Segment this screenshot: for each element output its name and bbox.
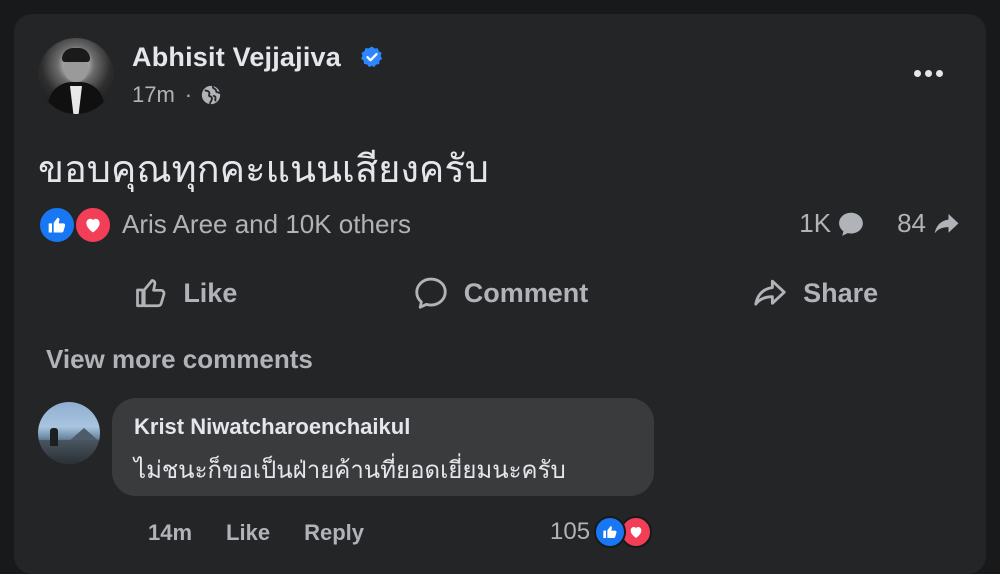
share-arrow-icon bbox=[934, 213, 959, 233]
comment-reaction-icons bbox=[594, 516, 653, 548]
love-reaction-icon bbox=[74, 206, 112, 244]
commenter-avatar[interactable] bbox=[38, 402, 100, 464]
reaction-icons bbox=[38, 206, 114, 244]
engagement-counts: 1K 84 bbox=[799, 208, 962, 239]
comment-meta: 14m Like Reply bbox=[148, 520, 364, 546]
share-button[interactable]: Share bbox=[657, 268, 972, 318]
more-options-icon[interactable] bbox=[906, 58, 950, 88]
dot bbox=[924, 69, 932, 77]
comment-reaction-count: 105 bbox=[550, 518, 591, 545]
avatar-ground bbox=[38, 440, 100, 464]
post-actions-bar: Like Comment Share bbox=[28, 268, 972, 318]
commenter-name[interactable]: Krist Niwatcharoenchaikul bbox=[134, 414, 410, 440]
comment-text: ไม่ชนะก็ขอเป็นฝ่ายค้านที่ยอดเยี่ยมนะครับ bbox=[134, 456, 566, 484]
comment-bubble: Krist Niwatcharoenchaikul ไม่ชนะก็ขอเป็น… bbox=[112, 398, 654, 496]
share-icon bbox=[754, 279, 786, 306]
avatar-person bbox=[50, 428, 58, 446]
comment-reply-button[interactable]: Reply bbox=[304, 520, 364, 546]
reactions-summary[interactable]: Aris Aree and 10K others bbox=[38, 206, 412, 244]
view-more-comments-link[interactable]: View more comments bbox=[46, 344, 313, 375]
post-time[interactable]: 17m bbox=[132, 82, 175, 108]
thumbs-up-icon bbox=[136, 279, 166, 308]
reactions-text: Aris Aree and 10K others bbox=[122, 208, 412, 239]
comment-button-label: Comment bbox=[463, 277, 589, 308]
comment-button[interactable]: Comment bbox=[343, 268, 658, 318]
post-card: Abhisit Vejjajiva 17m · ขอบคุณทุกคะแนนเส… bbox=[14, 14, 986, 574]
meta-separator: · bbox=[184, 82, 193, 107]
like-reaction-icon bbox=[38, 206, 76, 244]
comment-time[interactable]: 14m bbox=[148, 520, 192, 546]
dot bbox=[913, 69, 921, 77]
like-button-label: Like bbox=[183, 277, 238, 308]
comment-icon bbox=[415, 277, 447, 309]
comment-reactions[interactable]: 105 bbox=[550, 516, 653, 548]
avatar-hair bbox=[62, 48, 90, 62]
like-reaction-icon bbox=[594, 516, 627, 548]
comment-count[interactable]: 1K bbox=[799, 208, 867, 239]
post-meta: 17m · bbox=[132, 82, 222, 108]
verified-badge-icon bbox=[361, 46, 383, 68]
like-button[interactable]: Like bbox=[28, 268, 343, 318]
share-button-label: Share bbox=[803, 277, 879, 308]
share-count[interactable]: 84 bbox=[897, 208, 962, 239]
share-count-value: 84 bbox=[897, 208, 926, 238]
author-avatar[interactable] bbox=[38, 38, 114, 114]
comment-bubble-icon bbox=[839, 212, 863, 236]
author-name[interactable]: Abhisit Vejjajiva bbox=[132, 42, 341, 73]
comment-count-value: 1K bbox=[799, 208, 832, 238]
comment-like-button[interactable]: Like bbox=[226, 520, 270, 546]
dot bbox=[935, 69, 943, 77]
globe-icon bbox=[201, 85, 221, 105]
post-text: ขอบคุณทุกคะแนนเสียงครับ bbox=[38, 147, 489, 191]
